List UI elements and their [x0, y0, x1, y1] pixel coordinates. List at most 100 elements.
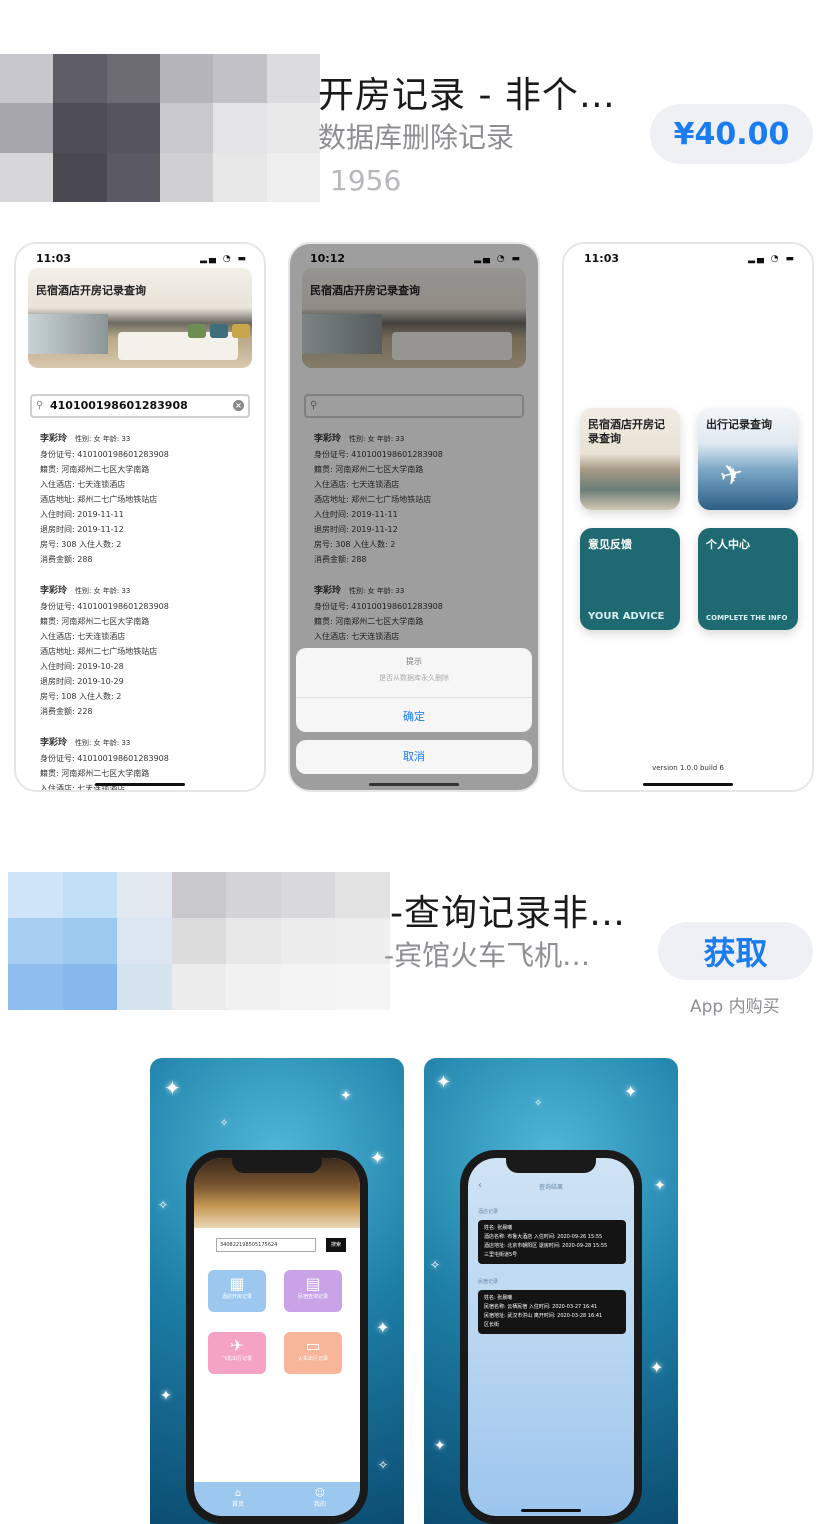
cancel-button[interactable]: 取消: [296, 740, 532, 774]
clear-icon[interactable]: ×: [233, 400, 244, 411]
bed-icon: ▤: [305, 1274, 321, 1293]
record-line: 退房时间: 2019-11-12: [40, 525, 124, 534]
app2-title[interactable]: -查询记录非…: [390, 884, 626, 936]
banner-title: 民宿酒店开房记录查询: [36, 284, 146, 297]
record-line: 入住酒店: 七天连锁酒店: [40, 632, 126, 641]
section-hotel: 酒店记录: [478, 1209, 499, 1215]
alert-title: 提示: [406, 657, 422, 666]
tile-hotel[interactable]: ▦ 酒店开房记录: [208, 1270, 266, 1312]
record-line: 身份证号: 410100198601283908: [40, 602, 169, 611]
search-value: 410100198601283908: [50, 399, 188, 412]
record-line: 酒店地址: 郑州二七广场地铁站店: [40, 647, 158, 656]
tile-label: 酒店开房记录: [221, 1294, 252, 1300]
app2-screenshot-results[interactable]: ✦ ✦ ✧ ✦ ✧ ✦ ✦ ‹ 查询结果 酒店记录 姓名: 张晨曦 酒店名称: …: [424, 1058, 678, 1524]
record-line: 房号: 108 入住人数: 2: [40, 692, 122, 701]
record-name: 李彩玲: [40, 738, 68, 748]
section-homestay: 民宿记录: [478, 1279, 499, 1285]
airplane-icon: ✈: [230, 1336, 244, 1355]
homestay-result-card: 姓名: 张晨曦 民宿名称: 云栖民宿 入住时间: 2020-03-27 16:4…: [478, 1290, 626, 1334]
app1-title[interactable]: 开房记录 - 非个…: [318, 66, 616, 118]
tile-profile[interactable]: 个人中心 COMPLETE THE INFO: [698, 528, 798, 630]
home-indicator: [643, 783, 733, 786]
phone-screen: ‹ 查询结果 酒店记录 姓名: 张晨曦 酒店名称: 布鲁大酒店 入住时间: 20…: [468, 1158, 634, 1516]
tile-flight[interactable]: ✈ 飞机出行记录: [208, 1332, 266, 1374]
card-line: 姓名: 张晨曦: [484, 1295, 513, 1301]
tile-subtitle: COMPLETE THE INFO: [706, 614, 788, 622]
signal-battery-icon: ▂▄ ◔ ▬: [200, 254, 248, 264]
app1-icon-blurred[interactable]: [0, 54, 320, 202]
building-icon: ▦: [229, 1274, 245, 1293]
home-indicator: [521, 1509, 581, 1512]
tile-label: 飞机出行记录: [221, 1356, 252, 1362]
tile-train[interactable]: ▭ 火车出行记录: [284, 1332, 342, 1374]
app2-icon-blurred[interactable]: [8, 872, 390, 1010]
card-line: 民宿地址: 武汉市洪山 离开时间: 2020-03-28 16:41: [484, 1313, 603, 1319]
record-meta: 性别: 女 年龄: 33: [75, 739, 131, 747]
search-input[interactable]: ⚲ 410100198601283908 ×: [30, 394, 250, 418]
home-icon: ⌂: [234, 1488, 242, 1499]
price-button[interactable]: ¥40.00: [650, 104, 813, 164]
phone-screen: 340822198505175624 搜索 ▦ 酒店开房记录 ▤ 民宿查询记录 ✈ 飞…: [194, 1158, 360, 1516]
app1-subtitle: 数据库删除记录: [318, 121, 515, 154]
search-button[interactable]: 搜索: [326, 1238, 346, 1252]
record-meta: 性别: 女 年龄: 33: [75, 435, 131, 443]
version-label: version 1.0.0 build 6: [652, 764, 724, 772]
status-time: 11:03: [584, 252, 620, 265]
train-icon: ▭: [305, 1336, 321, 1355]
app2-subtitle: -宾馆火车飞机…: [384, 939, 591, 972]
record-line: 身份证号: 410100198601283908: [40, 450, 169, 459]
alert-message: 是否从数据库永久删除: [379, 674, 449, 682]
hotel-result-card: 姓名: 张晨曦 酒店名称: 布鲁大酒店 入住时间: 2020-09-26 15:…: [478, 1220, 626, 1264]
app1-screenshot-home[interactable]: 11:03 ▂▄ ◔ ▬ 民宿酒店开房记录查询 出行记录查询 ✈ 意见反馈 YO…: [562, 242, 814, 792]
card-line: 三里屯街道5号: [484, 1252, 518, 1258]
record-line: 籍贯: 河南郑州二七区大学南路: [40, 465, 150, 474]
tab-mine[interactable]: ☺ 我的: [314, 1488, 326, 1508]
record-item: 李彩玲 性别: 女 年龄: 33 身份证号: 410100198601283908…: [40, 432, 169, 567]
record-name: 李彩玲: [40, 586, 68, 596]
airplane-icon: ✈: [716, 455, 748, 494]
app1-screenshot-search-results[interactable]: 11:03 ▂▄ ◔ ▬ 民宿酒店开房记录查询 ⚲ 41010019860128…: [14, 242, 266, 792]
phone-frame: ‹ 查询结果 酒店记录 姓名: 张晨曦 酒店名称: 布鲁大酒店 入住时间: 20…: [460, 1150, 642, 1524]
tile-subtitle: YOUR ADVICE: [588, 611, 665, 622]
results-header: 查询结果: [538, 1184, 563, 1191]
tile-label: 民宿查询记录: [297, 1294, 328, 1300]
record-line: 消费金额: 228: [40, 707, 93, 716]
tile-title: 意见反馈: [588, 538, 632, 551]
window-image: [28, 314, 108, 354]
status-time: 11:03: [36, 252, 72, 265]
record-line: 身份证号: 410100198601283908: [40, 754, 169, 763]
tile-title: 个人中心: [706, 538, 750, 551]
card-line: 酒店地址: 北京市朝阳区 退房时间: 2020-09-28 15:55: [484, 1243, 608, 1249]
delete-alert: 提示 是否从数据库永久删除 确定: [296, 648, 532, 732]
phone-notch: [506, 1158, 596, 1173]
app1-rating-count: 1956: [330, 164, 402, 197]
record-line: 入住时间: 2019-10-28: [40, 662, 124, 671]
record-name: 李彩玲: [40, 434, 68, 444]
tile-travel-records[interactable]: 出行记录查询 ✈: [698, 408, 798, 510]
tile-homestay[interactable]: ▤ 民宿查询记录: [284, 1270, 342, 1312]
record-line: 籍贯: 河南郑州二七区大学南路: [40, 769, 150, 778]
home-indicator: [369, 783, 459, 786]
confirm-button[interactable]: 确定: [296, 697, 532, 731]
phone-notch: [232, 1158, 322, 1173]
record-line: 退房时间: 2019-10-29: [40, 677, 124, 686]
get-button[interactable]: 获取: [658, 922, 813, 980]
tab-home[interactable]: ⌂ 首页: [232, 1488, 244, 1508]
tile-hotel-records[interactable]: 民宿酒店开房记录查询: [580, 408, 680, 510]
record-line: 酒店地址: 郑州二七广场地铁站店: [40, 495, 158, 504]
home-indicator: [95, 783, 185, 786]
tab-label: 首页: [232, 1501, 245, 1508]
record-line: 籍贯: 河南郑州二七区大学南路: [40, 617, 150, 626]
card-line: 民宿名称: 云栖民宿 入住时间: 2020-03-27 16:41: [484, 1304, 598, 1310]
tile-feedback[interactable]: 意见反馈 YOUR ADVICE: [580, 528, 680, 630]
app1-screenshot-delete-alert[interactable]: 10:12 ▂▄ ◔ ▬ 民宿酒店开房记录查询 ⚲ 李彩玲 性别: 女 年龄: 3…: [288, 242, 540, 792]
tab-bar: ⌂ 首页 ☺ 我的: [194, 1482, 360, 1516]
user-icon: ☺: [314, 1488, 326, 1499]
record-meta: 性别: 女 年龄: 33: [75, 587, 131, 595]
app2-screenshot-home[interactable]: ✦ ✦ ✧ ✦ ✧ ✦ ✦ ✧ 340822198505175624 搜索 ▦ 酒…: [150, 1058, 404, 1524]
id-input[interactable]: 340822198505175624: [216, 1238, 316, 1252]
in-app-purchase-note: App 内购买: [690, 997, 780, 1017]
record-line: 入住酒店: 七天连锁酒店: [40, 480, 126, 489]
record-line: 房号: 308 入住人数: 2: [40, 540, 122, 549]
record-item: 李彩玲 性别: 女 年龄: 33 身份证号: 410100198601283908…: [40, 584, 169, 719]
